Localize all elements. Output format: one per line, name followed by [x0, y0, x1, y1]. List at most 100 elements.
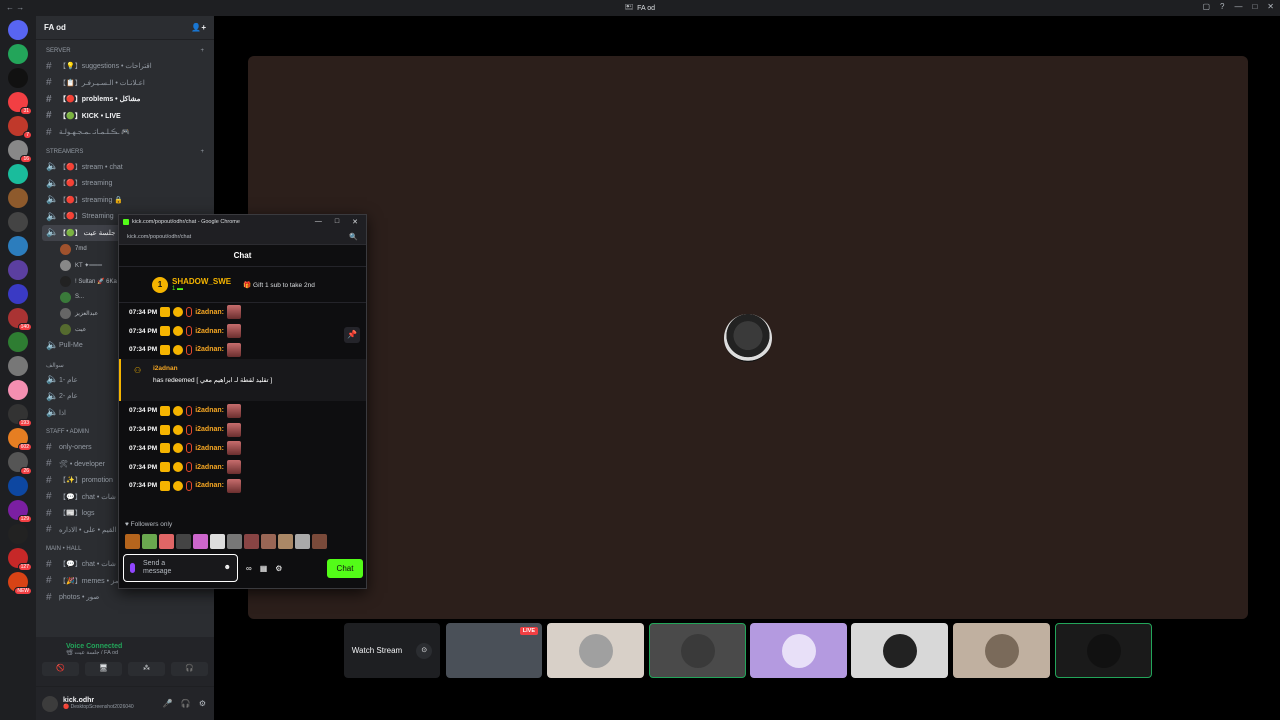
- participant-tile[interactable]: [851, 623, 948, 678]
- message-username[interactable]: i2adnan:: [195, 346, 224, 353]
- participant-tile[interactable]: [953, 623, 1050, 678]
- emote-icon[interactable]: [159, 534, 174, 549]
- message-username[interactable]: i2adnan:: [195, 464, 224, 471]
- gear-icon[interactable]: ⚙: [275, 564, 282, 573]
- emote-icon[interactable]: [227, 534, 242, 549]
- channel-item[interactable]: # photos • صور: [36, 589, 214, 606]
- soundboard-button[interactable]: 🎧: [171, 662, 208, 676]
- server-icon[interactable]: [8, 164, 28, 184]
- gift-sub-prompt[interactable]: 🎁 Gift 1 sub to take 2nd: [243, 281, 315, 289]
- participant-tile[interactable]: [547, 623, 644, 678]
- server-icon[interactable]: [8, 524, 28, 544]
- server-header[interactable]: FA od 👤+: [36, 16, 214, 40]
- headphones-icon[interactable]: 🎧: [181, 699, 191, 708]
- channel-item[interactable]: # 【📋】اعـلانـات • الـسـيـرفـر: [36, 75, 214, 92]
- pin-icon[interactable]: 📌: [344, 327, 360, 343]
- server-icon[interactable]: 31: [8, 92, 32, 115]
- message-username[interactable]: i2adnan:: [195, 482, 224, 489]
- emote-icon[interactable]: [142, 534, 157, 549]
- participant-tile[interactable]: [649, 623, 746, 678]
- server-icon[interactable]: 127: [8, 548, 32, 571]
- voice-connected-label[interactable]: Voice Connected: [36, 637, 214, 650]
- redeem-user[interactable]: i2adnan: [153, 365, 366, 372]
- eye-icon[interactable]: ⊙: [416, 642, 433, 659]
- channel-item[interactable]: # 【💡】suggestions • اقتراحات: [36, 58, 214, 75]
- avatar[interactable]: [42, 695, 58, 712]
- server-icon[interactable]: [8, 476, 28, 496]
- message-username[interactable]: i2adnan:: [195, 445, 224, 452]
- server-icon[interactable]: [8, 380, 28, 400]
- minimize-button[interactable]: —: [1234, 2, 1242, 11]
- infinity-icon[interactable]: ∞: [246, 564, 252, 573]
- message-username[interactable]: i2adnan:: [195, 328, 224, 335]
- close-button[interactable]: ✕: [1267, 2, 1274, 11]
- emote-icon[interactable]: [176, 534, 191, 549]
- send-chat-button[interactable]: Chat: [327, 558, 363, 578]
- popout-close-button[interactable]: ✕: [352, 218, 358, 226]
- channel-item[interactable]: 🔈 【🔴】streaming: [36, 175, 214, 192]
- server-icon[interactable]: 129: [8, 500, 32, 523]
- server-icon[interactable]: [8, 284, 28, 304]
- server-icon[interactable]: [8, 332, 28, 352]
- category-streamers[interactable]: STREAMERS +: [36, 141, 214, 159]
- channel-item[interactable]: 🔈 【🔴】stream • chat: [36, 159, 214, 176]
- emote-icon[interactable]: [125, 534, 140, 549]
- channel-item[interactable]: 🔈 【🔴】streaming 🔒: [36, 192, 214, 209]
- server-icon[interactable]: [8, 44, 28, 64]
- server-icon[interactable]: [8, 212, 28, 232]
- server-icon[interactable]: 193: [8, 404, 32, 427]
- popout-maximize-button[interactable]: □: [335, 218, 339, 226]
- popout-minimize-button[interactable]: —: [315, 218, 322, 226]
- inbox-icon[interactable]: ▢: [1202, 2, 1210, 11]
- channel-item[interactable]: # 【🟢】KICK • LIVE: [36, 108, 214, 125]
- mic-icon[interactable]: 🎤: [163, 699, 173, 708]
- help-icon[interactable]: ?: [1220, 2, 1224, 11]
- emote-icon[interactable]: [210, 534, 225, 549]
- emote-icon[interactable]: [295, 534, 310, 549]
- gear-icon[interactable]: ⚙: [199, 699, 206, 708]
- emote-icon[interactable]: [312, 534, 327, 549]
- popout-titlebar[interactable]: kick.com/popout/odhr/chat - Google Chrom…: [119, 215, 366, 229]
- message-username[interactable]: i2adnan:: [195, 309, 224, 316]
- mic-icon[interactable]: [130, 563, 135, 573]
- chat-input[interactable]: Send a message ☻: [123, 554, 238, 582]
- server-icon[interactable]: [8, 356, 28, 376]
- channel-item[interactable]: # 【🔴】problems • مشاكل: [36, 91, 214, 108]
- server-icon[interactable]: [8, 236, 28, 256]
- server-icon[interactable]: [8, 68, 28, 88]
- server-icon[interactable]: [8, 20, 28, 40]
- participant-tile[interactable]: [750, 623, 847, 678]
- channel-item[interactable]: # ـڪـلـمـاتـ ـمـجـهـولـة 🎮: [36, 124, 214, 141]
- emoji-icon[interactable]: ☻: [224, 564, 237, 572]
- server-icon[interactable]: 602: [8, 428, 32, 451]
- server-icon[interactable]: 16: [8, 140, 32, 163]
- message-username[interactable]: i2adnan:: [195, 407, 224, 414]
- activities-button[interactable]: ⁂: [128, 662, 165, 676]
- add-user-icon[interactable]: 👤+: [191, 23, 206, 32]
- share-screen-button[interactable]: 🖥: [85, 662, 122, 676]
- server-icon[interactable]: 26: [8, 452, 32, 475]
- server-icon[interactable]: [8, 188, 28, 208]
- server-icon[interactable]: NEW: [8, 572, 32, 595]
- server-icon[interactable]: [8, 260, 28, 280]
- participant-tile[interactable]: [1055, 623, 1152, 678]
- stream-preview-tile[interactable]: LIVE: [446, 623, 542, 678]
- category-server[interactable]: SERVER +: [36, 40, 214, 58]
- server-icon[interactable]: 140: [8, 308, 32, 331]
- url-text[interactable]: kick.com/popout/odhr/chat: [127, 234, 191, 240]
- top-gifter-banner[interactable]: 1 SHADOW_SWE 1 ▬ 🎁 Gift 1 sub to take 2n…: [119, 267, 366, 303]
- watch-stream-tile[interactable]: Watch Stream ⊙: [344, 623, 440, 678]
- store-icon[interactable]: ▦: [260, 564, 268, 573]
- maximize-button[interactable]: □: [1252, 2, 1257, 11]
- url-bar[interactable]: kick.com/popout/odhr/chat 🔍: [119, 229, 366, 245]
- emote-icon[interactable]: [261, 534, 276, 549]
- message-username[interactable]: i2adnan:: [195, 426, 224, 433]
- emote-icon[interactable]: [278, 534, 293, 549]
- emote-icon[interactable]: [244, 534, 259, 549]
- nav-arrows[interactable]: ← →: [6, 3, 24, 12]
- gifter-name[interactable]: SHADOW_SWE: [172, 277, 231, 286]
- server-icon[interactable]: 7: [8, 116, 32, 139]
- emote-icon[interactable]: [193, 534, 208, 549]
- camera-off-button[interactable]: 🚫: [42, 662, 79, 676]
- watch-stream-label[interactable]: Watch Stream: [352, 646, 402, 655]
